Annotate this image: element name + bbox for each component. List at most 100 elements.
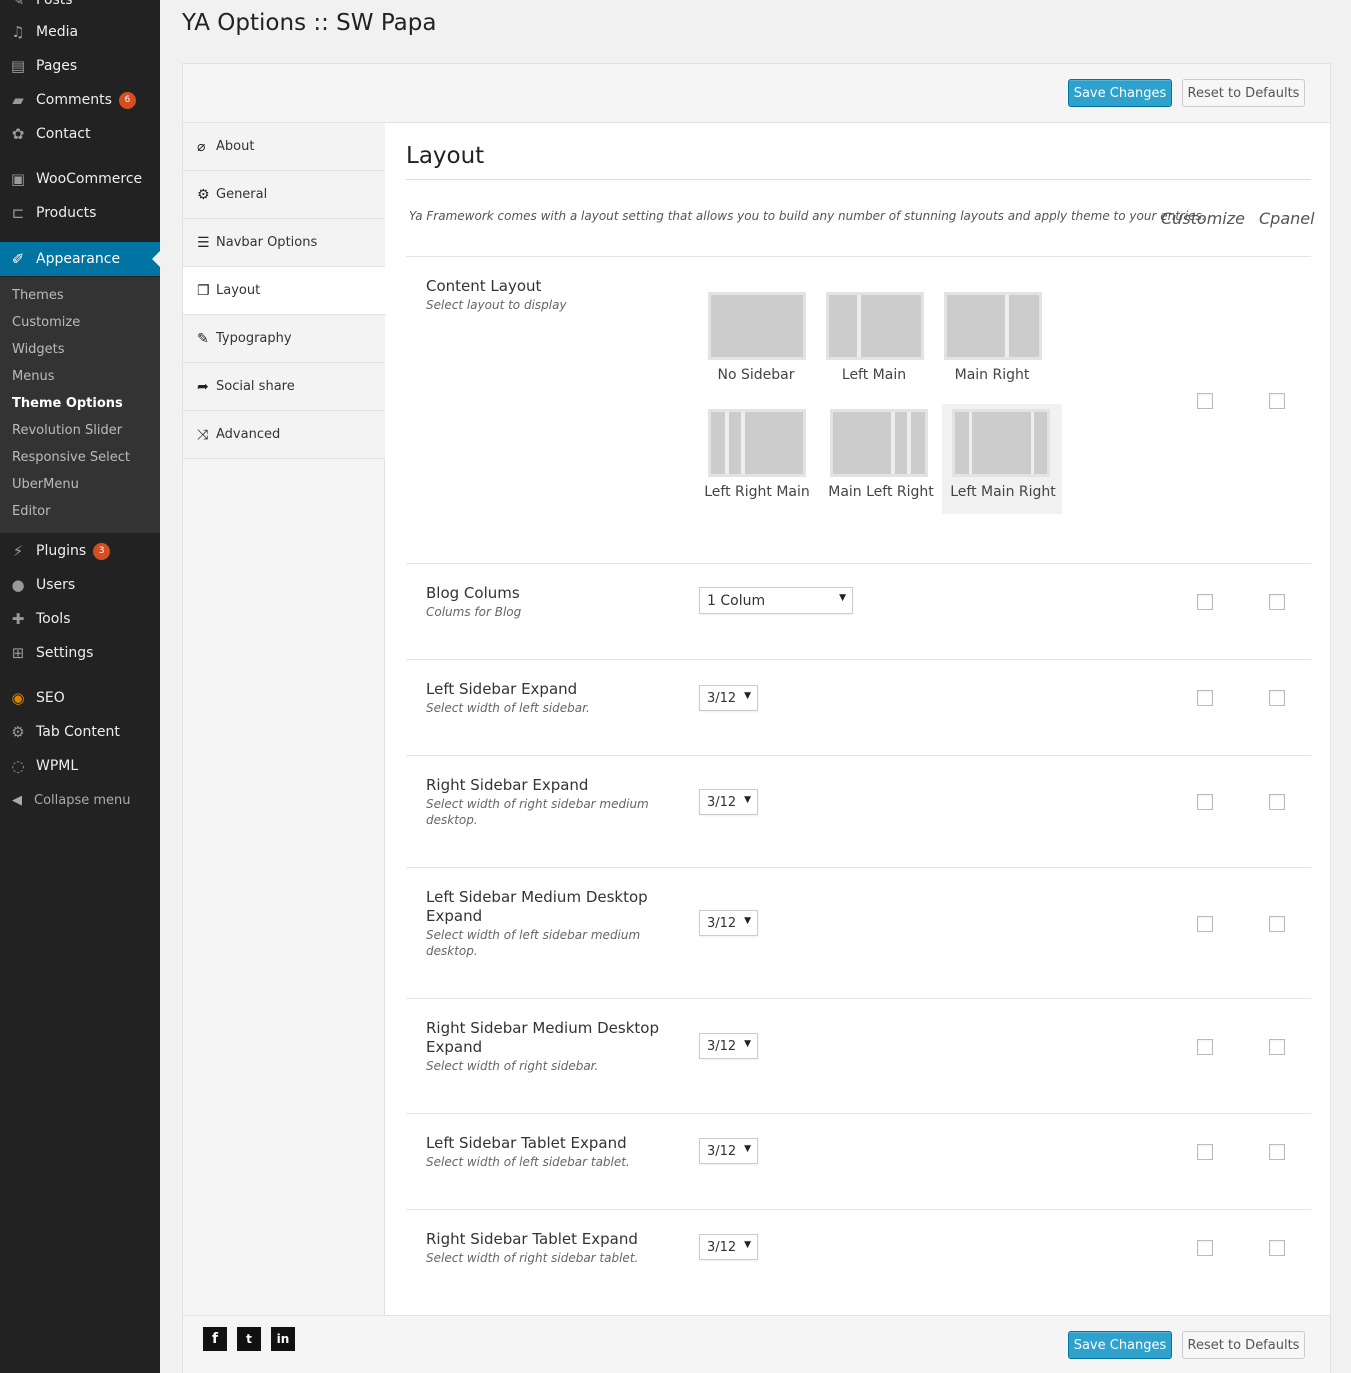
layout-thumbnail	[708, 409, 806, 477]
tab-layout[interactable]: ❐ Layout	[183, 267, 386, 315]
option-row-content-layout: Content Layout Select layout to display …	[406, 256, 1311, 563]
option-description: Select width of right sidebar tablet.	[426, 1251, 639, 1265]
cpanel-checkbox[interactable]	[1269, 794, 1285, 810]
layout-option-main-left-right[interactable]: Main Left Right	[828, 404, 948, 514]
cpanel-checkbox[interactable]	[1269, 690, 1285, 706]
save-changes-button-bottom[interactable]: Save Changes	[1068, 1331, 1172, 1359]
share-icon: ➦	[197, 378, 209, 395]
option-description: Select width of left sidebar.	[426, 701, 590, 715]
customize-checkbox[interactable]	[1197, 690, 1213, 706]
dropdown-caret-icon: ▼	[839, 593, 846, 603]
comments-count-badge: 6	[118, 91, 136, 109]
cpanel-checkbox[interactable]	[1269, 1039, 1285, 1055]
shuffle-icon: ⤨	[197, 426, 209, 443]
menu-item-settings[interactable]: ⊞ Settings	[0, 636, 160, 670]
right-sidebar-medium-desktop-select[interactable]: 3/12 ▼	[699, 1033, 758, 1059]
tab-general[interactable]: ⚙ General	[183, 171, 385, 219]
panel-header: Save Changes Reset to Defaults	[183, 64, 1330, 123]
submenu-widgets[interactable]: Widgets	[12, 342, 65, 357]
right-sidebar-expand-select[interactable]: 3/12 ▼	[699, 789, 758, 815]
left-sidebar-medium-desktop-select[interactable]: 3/12 ▼	[699, 910, 758, 936]
option-title: Left Sidebar Medium Desktop Expand	[426, 888, 648, 925]
menu-item-tab-content[interactable]: ⚙ Tab Content	[0, 715, 160, 749]
option-description: Select width of right sidebar.	[426, 1059, 599, 1073]
menu-item-pages[interactable]: ▤ Pages	[0, 49, 160, 83]
submenu-theme-options[interactable]: Theme Options	[12, 396, 123, 411]
option-title: Right Sidebar Expand	[426, 776, 589, 794]
option-title: Left Sidebar Tablet Expand	[426, 1134, 627, 1152]
reset-defaults-button-top[interactable]: Reset to Defaults	[1182, 79, 1305, 107]
menu-item-contact[interactable]: ✿ Contact	[0, 117, 160, 151]
menu-item-plugins[interactable]: ⚡ Plugins 3	[0, 534, 160, 568]
layout-option-left-right-main[interactable]: Left Right Main	[704, 404, 826, 514]
paperclip-icon: ⌀	[197, 138, 206, 155]
tab-advanced[interactable]: ⤨ Advanced	[183, 411, 385, 459]
plugins-count-badge: 3	[93, 542, 111, 560]
submenu-editor[interactable]: Editor	[12, 504, 50, 519]
tab-social-share[interactable]: ➦ Social share	[183, 363, 385, 411]
option-row-right-sidebar-medium-desktop-expand: Right Sidebar Medium Desktop Expand Sele…	[406, 998, 1311, 1113]
option-title: Right Sidebar Medium Desktop Expand	[426, 1019, 659, 1056]
wpml-icon: ◌	[11, 757, 25, 775]
customize-checkbox[interactable]	[1197, 594, 1213, 610]
menu-item-users[interactable]: ● Users	[0, 568, 160, 602]
column-header-customize: Customize	[1161, 209, 1245, 228]
dropdown-caret-icon: ▼	[744, 916, 751, 926]
left-sidebar-expand-select[interactable]: 3/12 ▼	[699, 685, 758, 711]
option-title: Blog Colums	[426, 584, 520, 602]
products-icon: ⊏	[11, 204, 25, 222]
tab-navbar-options[interactable]: ☰ Navbar Options	[183, 219, 385, 267]
reset-defaults-button-bottom[interactable]: Reset to Defaults	[1182, 1331, 1305, 1359]
customize-checkbox[interactable]	[1197, 916, 1213, 932]
dropdown-caret-icon: ▼	[744, 1144, 751, 1154]
save-changes-button-top[interactable]: Save Changes	[1068, 79, 1172, 107]
twitter-icon[interactable]: t	[237, 1327, 261, 1351]
right-sidebar-tablet-select[interactable]: 3/12 ▼	[699, 1234, 758, 1260]
linkedin-icon[interactable]: in	[271, 1327, 295, 1351]
pages-icon: ▤	[10, 57, 26, 75]
submenu-responsive-select[interactable]: Responsive Select	[12, 450, 130, 465]
layout-option-main-right[interactable]: Main Right	[942, 287, 1062, 397]
customize-checkbox[interactable]	[1197, 1240, 1213, 1256]
cpanel-checkbox[interactable]	[1269, 916, 1285, 932]
menu-item-tools[interactable]: ✚ Tools	[0, 602, 160, 636]
submenu-themes[interactable]: Themes	[12, 288, 64, 303]
menu-item-comments[interactable]: ▰ Comments 6	[0, 83, 160, 117]
submenu-menus[interactable]: Menus	[12, 369, 54, 384]
appearance-submenu: Themes Customize Widgets Menus Theme Opt…	[0, 277, 160, 533]
menu-item-seo[interactable]: ◉ SEO	[0, 681, 160, 715]
layout-section: Layout Ya Framework comes with a layout …	[385, 123, 1330, 1315]
options-tabs: ⌀ About ⚙ General ☰ Navbar Options ❐ Lay…	[183, 123, 386, 1315]
submenu-revolution-slider[interactable]: Revolution Slider	[12, 423, 122, 438]
menu-item-wpml[interactable]: ◌ WPML	[0, 749, 160, 783]
users-icon: ●	[11, 576, 25, 594]
tab-about[interactable]: ⌀ About	[183, 123, 385, 171]
cpanel-checkbox[interactable]	[1269, 1240, 1285, 1256]
submenu-ubermenu[interactable]: UberMenu	[12, 477, 79, 492]
appearance-icon: ✐	[11, 250, 25, 268]
option-row-right-sidebar-tablet-expand: Right Sidebar Tablet Expand Select width…	[406, 1209, 1311, 1315]
menu-item-media[interactable]: ♫ Media	[0, 15, 160, 49]
facebook-icon[interactable]: f	[203, 1327, 227, 1351]
dropdown-caret-icon: ▼	[744, 691, 751, 701]
dropdown-caret-icon: ▼	[744, 1240, 751, 1250]
customize-checkbox[interactable]	[1197, 393, 1213, 409]
customize-checkbox[interactable]	[1197, 1144, 1213, 1160]
customize-checkbox[interactable]	[1197, 794, 1213, 810]
option-row-right-sidebar-expand: Right Sidebar Expand Select width of rig…	[406, 755, 1311, 867]
menu-item-products[interactable]: ⊏ Products	[0, 196, 160, 230]
cpanel-checkbox[interactable]	[1269, 393, 1285, 409]
left-sidebar-tablet-select[interactable]: 3/12 ▼	[699, 1138, 758, 1164]
menu-item-appearance[interactable]: ✐ Appearance	[0, 242, 160, 276]
collapse-menu-button[interactable]: ◀ Collapse menu	[0, 788, 160, 812]
option-row-left-sidebar-expand: Left Sidebar Expand Select width of left…	[406, 659, 1311, 755]
cpanel-checkbox[interactable]	[1269, 594, 1285, 610]
menu-item-woocommerce[interactable]: ▣ WooCommerce	[0, 162, 160, 196]
submenu-customize[interactable]: Customize	[12, 315, 80, 330]
options-panel: Save Changes Reset to Defaults ⌀ About ⚙…	[182, 63, 1331, 1373]
tab-typography[interactable]: ✎ Typography	[183, 315, 385, 363]
layout-option-left-main-right[interactable]: Left Main Right	[942, 404, 1062, 514]
blog-columns-select[interactable]: 1 Colum ▼	[699, 587, 853, 614]
customize-checkbox[interactable]	[1197, 1039, 1213, 1055]
cpanel-checkbox[interactable]	[1269, 1144, 1285, 1160]
